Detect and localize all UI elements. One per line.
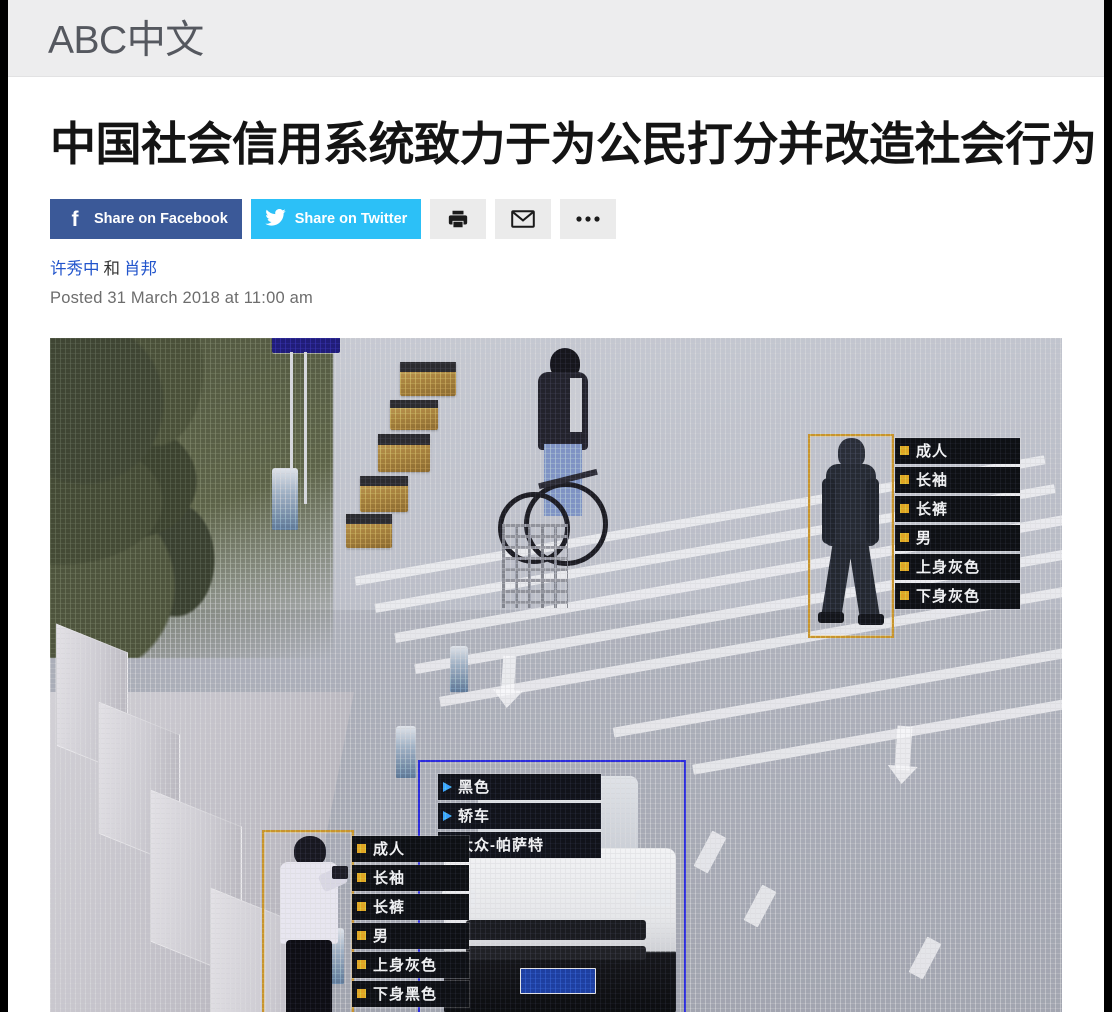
detection-label: 黑色	[438, 774, 601, 800]
share-facebook-label: Share on Facebook	[94, 211, 228, 227]
share-toolbar: f Share on Facebook Share on Twitter	[50, 199, 617, 239]
label-bullet-icon	[900, 562, 909, 571]
detection-labels-pedestrian-right: 成人 长袖 长裤 男 上身灰色 下身灰色	[895, 438, 1020, 609]
byline-conjunction: 和	[103, 260, 121, 278]
detection-label-text: 长袖	[373, 870, 406, 887]
label-bullet-icon	[357, 960, 366, 969]
envelope-icon	[511, 209, 536, 229]
email-button[interactable]	[495, 199, 552, 239]
more-options-button[interactable]	[560, 199, 617, 239]
label-bullet-icon	[357, 873, 366, 882]
share-twitter-button[interactable]: Share on Twitter	[250, 199, 422, 239]
detection-labels-pedestrian-left: 成人 长袖 长裤 男 上身灰色 下身黑色	[352, 836, 469, 1007]
detection-label-text: 长裤	[916, 501, 949, 518]
posted-timestamp: Posted 31 March 2018 at 11:00 am	[50, 289, 313, 307]
detection-label: 上身灰色	[895, 554, 1020, 580]
twitter-icon	[263, 208, 289, 230]
detection-label-text: 下身灰色	[916, 588, 981, 605]
detection-label: 轿车	[438, 803, 601, 829]
detection-label: 下身灰色	[895, 583, 1020, 609]
byline-author-2-link[interactable]: 肖邦	[124, 260, 157, 278]
detection-label: 成人	[895, 438, 1020, 464]
traffic-barricade	[360, 476, 408, 512]
detection-label: 成人	[352, 836, 469, 862]
detection-label: 长袖	[352, 865, 469, 891]
share-facebook-button[interactable]: f Share on Facebook	[50, 199, 242, 239]
detection-label-text: 长袖	[916, 472, 949, 489]
detection-label-text: 下身黑色	[373, 986, 438, 1003]
detection-label-text: 男	[373, 928, 390, 945]
detection-label-text: 男	[916, 530, 933, 547]
detection-label: 长裤	[895, 496, 1020, 522]
site-logo[interactable]: ABC中文	[48, 9, 204, 65]
page-title: 中国社会信用系统致力于为公民打分并改造社会行为	[50, 118, 1097, 170]
detection-label-text: 黑色	[458, 779, 491, 796]
road-sign	[272, 338, 340, 353]
detection-label-text: 长裤	[373, 899, 406, 916]
pedestrian-left	[268, 836, 349, 1012]
detection-label: 男	[352, 923, 469, 949]
hero-cctv-image: 成人 长袖 长裤 男 上身灰色 下身灰色 黑色 轿车 大众-帕萨特 成人 长袖 …	[50, 338, 1062, 1012]
screenshot-root: ABC中文 中国社会信用系统致力于为公民打分并改造社会行为 f Share on…	[0, 0, 1112, 1012]
label-bullet-icon	[900, 504, 909, 513]
detection-label-text: 上身灰色	[916, 559, 981, 576]
bollard	[450, 646, 468, 692]
traffic-barricade	[400, 362, 456, 396]
sign-pole	[304, 352, 307, 504]
ellipsis-icon	[575, 215, 601, 223]
label-arrow-icon	[443, 810, 452, 821]
traffic-barricade	[346, 514, 392, 548]
printer-icon	[447, 208, 469, 230]
detection-label: 上身灰色	[352, 952, 469, 978]
label-bullet-icon	[900, 446, 909, 455]
detection-label: 下身黑色	[352, 981, 469, 1007]
detection-label: 男	[895, 525, 1020, 551]
label-bullet-icon	[357, 902, 366, 911]
label-bullet-icon	[900, 533, 909, 542]
detection-label: 长裤	[352, 894, 469, 920]
label-arrow-icon	[443, 781, 452, 792]
bollard	[396, 726, 416, 778]
label-bullet-icon	[357, 931, 366, 940]
byline-author-1-link[interactable]: 许秀中	[50, 260, 100, 278]
hand-trolley	[502, 524, 568, 608]
facebook-icon: f	[71, 207, 79, 231]
label-bullet-icon	[900, 475, 909, 484]
detection-label-text: 大众-帕萨特	[458, 837, 544, 854]
share-twitter-label: Share on Twitter	[294, 211, 408, 227]
pedestrian-right	[818, 438, 884, 630]
detection-label-text: 轿车	[458, 808, 491, 825]
bollard	[272, 468, 298, 530]
traffic-barricade	[378, 434, 430, 472]
label-bullet-icon	[357, 989, 366, 998]
lane-arrow	[894, 725, 913, 771]
detection-label: 长袖	[895, 467, 1020, 493]
cctv-scene: 成人 长袖 长裤 男 上身灰色 下身灰色 黑色 轿车 大众-帕萨特 成人 长袖 …	[50, 338, 1062, 1012]
detection-label-text: 成人	[373, 841, 406, 858]
detection-label-text: 上身灰色	[373, 957, 438, 974]
detection-label-text: 成人	[916, 443, 949, 460]
site-header: ABC中文	[8, 0, 1104, 77]
license-plate	[520, 968, 596, 994]
label-bullet-icon	[357, 844, 366, 853]
article-page: ABC中文 中国社会信用系统致力于为公民打分并改造社会行为 f Share on…	[8, 0, 1104, 1012]
print-button[interactable]	[430, 199, 487, 239]
lane-arrow	[500, 655, 517, 695]
label-bullet-icon	[900, 591, 909, 600]
byline: 许秀中和肖邦	[50, 255, 157, 279]
traffic-barricade	[390, 400, 438, 430]
